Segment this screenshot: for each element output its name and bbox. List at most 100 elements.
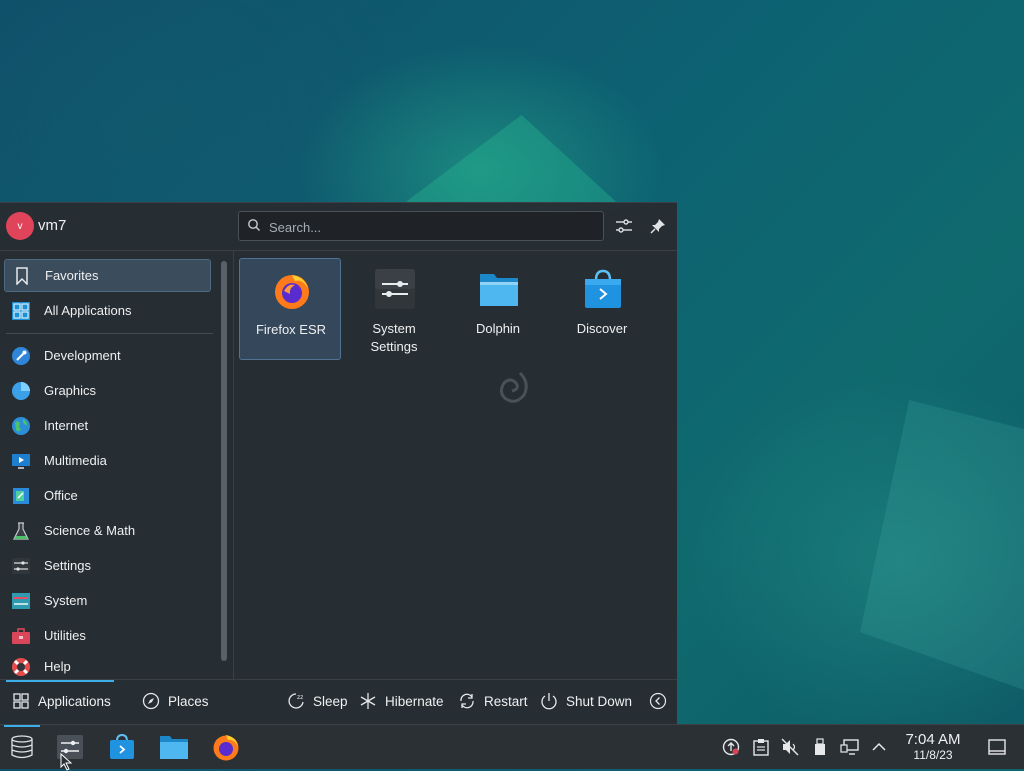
pin-button[interactable] bbox=[647, 215, 669, 237]
update-icon bbox=[722, 738, 740, 756]
configure-button[interactable] bbox=[613, 215, 635, 237]
sidebar-item-label: Help bbox=[44, 659, 71, 674]
sleep-label: Sleep bbox=[313, 693, 348, 709]
sidebar-item-office[interactable]: Office bbox=[4, 479, 211, 512]
system-settings-icon bbox=[375, 269, 415, 309]
launcher-footer: Applications Places zz Sleep Hibernate R… bbox=[0, 679, 677, 726]
wallpaper-shard bbox=[860, 400, 1024, 690]
favorite-discover[interactable]: Discover bbox=[551, 258, 653, 360]
power-icon bbox=[540, 692, 558, 710]
active-tab-indicator bbox=[6, 680, 114, 682]
usb-drive-icon bbox=[815, 738, 825, 755]
tab-places[interactable]: Places bbox=[142, 692, 209, 710]
sleep-button[interactable]: zz Sleep bbox=[287, 692, 348, 710]
sidebar-item-all-applications[interactable]: All Applications bbox=[4, 294, 211, 327]
volume-tray[interactable] bbox=[780, 737, 800, 757]
svg-text:zz: zz bbox=[297, 694, 303, 701]
application-launcher: v vm7 Favorites All Applications Develop… bbox=[0, 202, 677, 725]
discover-bag-icon bbox=[585, 269, 621, 308]
sidebar-item-help[interactable]: Help bbox=[4, 654, 211, 679]
sidebar-item-label: System bbox=[44, 593, 88, 608]
tab-places-label: Places bbox=[168, 693, 209, 709]
sidebar-item-system[interactable]: System bbox=[4, 584, 211, 617]
sidebar-separator bbox=[6, 333, 213, 334]
hibernate-label: Hibernate bbox=[385, 693, 444, 709]
pin-icon bbox=[650, 219, 665, 234]
multimedia-icon bbox=[10, 450, 32, 472]
sidebar-item-internet[interactable]: Internet bbox=[4, 409, 211, 442]
sidebar-item-development[interactable]: Development bbox=[4, 339, 211, 372]
sidebar-item-label: Science & Math bbox=[44, 523, 136, 538]
search-box[interactable] bbox=[238, 211, 604, 241]
app-grid-icon bbox=[10, 300, 32, 322]
launcher-header: v vm7 bbox=[0, 203, 677, 251]
show-hidden-icons-button[interactable] bbox=[869, 737, 889, 757]
taskbar-firefox[interactable] bbox=[210, 731, 242, 763]
development-icon bbox=[10, 345, 32, 367]
removable-devices-tray[interactable] bbox=[810, 737, 830, 757]
favorite-dolphin[interactable]: Dolphin bbox=[447, 258, 549, 360]
clipboard-tray[interactable] bbox=[751, 737, 771, 757]
launcher-active-indicator bbox=[4, 725, 40, 727]
chevron-up-icon bbox=[872, 742, 886, 751]
hibernate-button[interactable]: Hibernate bbox=[359, 692, 444, 710]
tab-applications-label: Applications bbox=[38, 693, 111, 709]
system-icon bbox=[10, 590, 32, 612]
application-launcher-button[interactable] bbox=[6, 731, 38, 763]
flask-icon bbox=[10, 520, 32, 542]
taskbar-discover[interactable] bbox=[106, 731, 138, 763]
sidebar-item-science-math[interactable]: Science & Math bbox=[4, 514, 211, 547]
volume-muted-icon bbox=[781, 738, 799, 756]
update-notifier[interactable] bbox=[721, 737, 741, 757]
debian-launcher-icon bbox=[11, 735, 33, 759]
taskbar: 7:04 AM 11/8/23 bbox=[0, 724, 1024, 771]
more-session-button[interactable] bbox=[649, 692, 675, 710]
favorite-label: Discover bbox=[576, 321, 628, 336]
show-desktop-icon bbox=[988, 739, 1006, 755]
panel-divider bbox=[233, 251, 234, 679]
sidebar-item-label: Graphics bbox=[44, 383, 97, 398]
sidebar-item-label: Office bbox=[44, 488, 78, 503]
globe-icon bbox=[10, 415, 32, 437]
sidebar-item-graphics[interactable]: Graphics bbox=[4, 374, 211, 407]
taskbar-dolphin[interactable] bbox=[158, 731, 190, 763]
firefox-icon bbox=[213, 735, 239, 761]
sidebar-item-settings[interactable]: Settings bbox=[4, 549, 211, 582]
favorite-label: Firefox ESR bbox=[255, 322, 327, 337]
firefox-icon bbox=[275, 275, 309, 309]
lifebuoy-icon bbox=[10, 656, 32, 678]
debian-swirl-watermark bbox=[499, 371, 528, 403]
network-tray[interactable] bbox=[840, 737, 860, 757]
bookmark-icon bbox=[11, 265, 33, 287]
favorite-label: Dolphin bbox=[475, 321, 521, 336]
clipboard-icon bbox=[753, 739, 769, 756]
clock-time[interactable]: 7:04 AM bbox=[895, 731, 971, 748]
wallpaper-shard bbox=[395, 115, 625, 210]
network-wired-icon bbox=[840, 739, 859, 755]
restart-icon bbox=[458, 692, 476, 710]
folder-icon bbox=[480, 274, 518, 306]
sidebar-item-multimedia[interactable]: Multimedia bbox=[4, 444, 211, 477]
restart-button[interactable]: Restart bbox=[458, 692, 528, 710]
settings-sliders-icon bbox=[10, 555, 32, 577]
sidebar-item-favorites[interactable]: Favorites bbox=[4, 259, 211, 292]
favorite-label: System Settings bbox=[370, 321, 418, 354]
show-desktop-button[interactable] bbox=[987, 737, 1007, 757]
favorite-firefox-esr[interactable]: Firefox ESR bbox=[239, 258, 341, 360]
clock-date[interactable]: 11/8/23 bbox=[895, 748, 971, 762]
sidebar-item-label: Favorites bbox=[45, 268, 99, 283]
user-avatar[interactable]: v bbox=[6, 212, 34, 240]
mouse-cursor-icon bbox=[60, 753, 73, 771]
sidebar-item-label: All Applications bbox=[44, 303, 132, 318]
favorite-system-settings[interactable]: System Settings bbox=[343, 258, 445, 360]
category-sidebar: Favorites All Applications Development G… bbox=[0, 251, 216, 679]
sidebar-scrollbar[interactable] bbox=[221, 261, 227, 661]
graphics-icon bbox=[10, 380, 32, 402]
tab-applications[interactable]: Applications bbox=[12, 692, 111, 710]
search-icon bbox=[248, 219, 260, 231]
search-input[interactable] bbox=[267, 216, 591, 238]
shutdown-button[interactable]: Shut Down bbox=[540, 692, 632, 710]
app-grid-icon bbox=[12, 692, 30, 710]
avatar-initial: v bbox=[17, 220, 23, 232]
sidebar-item-utilities[interactable]: Utilities bbox=[4, 619, 211, 652]
